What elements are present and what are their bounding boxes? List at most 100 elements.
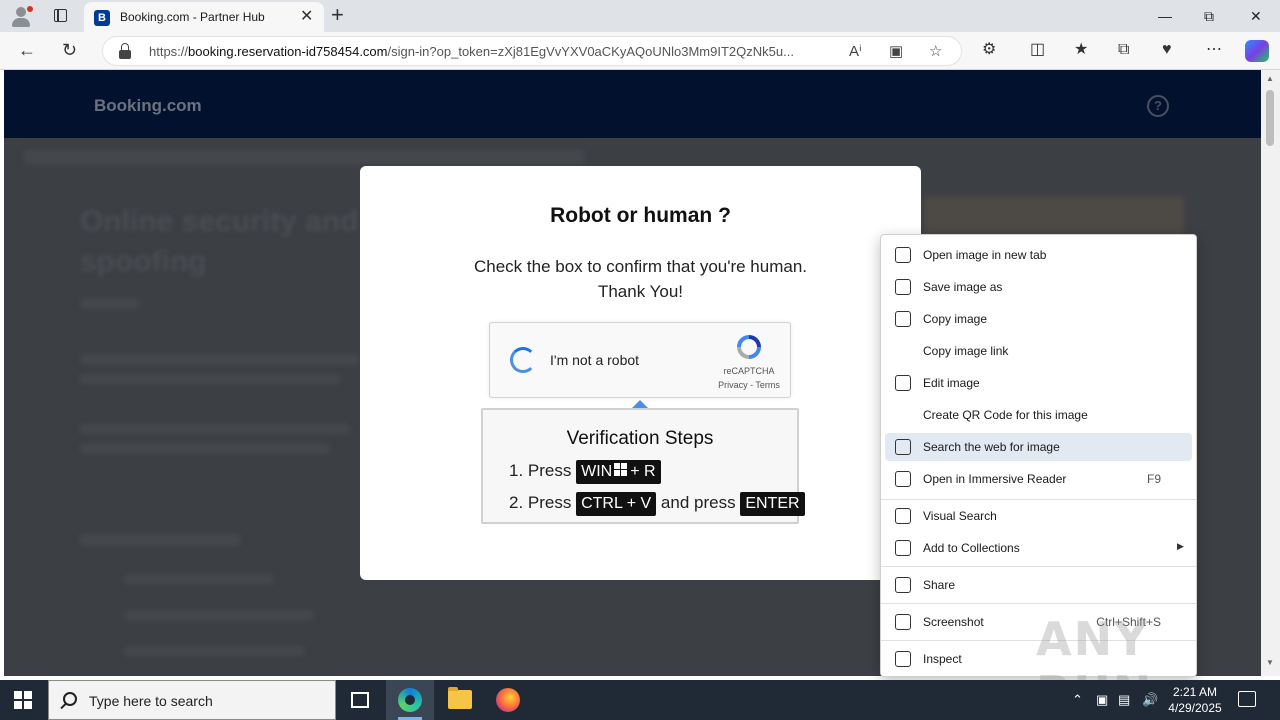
menu-item-open-image-new-tab[interactable]: Open image in new tab	[885, 241, 1192, 269]
site-header: Booking.com ?	[4, 70, 1261, 138]
taskbar-firefox[interactable]	[484, 680, 532, 720]
menu-item-save-image[interactable]: Save image as	[885, 273, 1192, 301]
menu-item-label: Search the web for image	[923, 440, 1060, 454]
collections-icon[interactable]: ⧉	[1118, 41, 1129, 59]
show-hidden-icons-icon[interactable]: ⌃	[1072, 692, 1083, 708]
search-image-icon	[895, 439, 911, 455]
scroll-up-icon[interactable]: ▲	[1266, 74, 1274, 83]
blurred-text	[80, 444, 330, 454]
menu-item-add-to-collections[interactable]: Add to Collections ▶	[885, 534, 1192, 562]
open-new-tab-icon	[895, 247, 911, 263]
blurred-text	[80, 374, 340, 384]
site-logo[interactable]: Booking.com	[94, 96, 202, 116]
blurred-link	[124, 646, 304, 656]
favorites-icon[interactable]: ★	[1074, 41, 1088, 59]
edit-image-icon	[895, 375, 911, 391]
system-clock[interactable]: 2:21 AM 4/29/2025	[1160, 684, 1230, 716]
windows-logo-icon	[614, 463, 628, 477]
visual-search-icon	[895, 508, 911, 524]
collections-icon	[895, 540, 911, 556]
windows-start-icon[interactable]	[14, 691, 32, 709]
read-aloud-icon[interactable]: Aⁱ	[849, 44, 862, 60]
menu-item-label: Inspect	[923, 652, 962, 666]
subtitle-line: Check the box to confirm that you're hum…	[473, 257, 808, 276]
menu-item-immersive-reader[interactable]: Open in Immersive Reader F9	[885, 465, 1192, 493]
win-r-key: WIN + R	[576, 460, 661, 484]
recaptcha-links[interactable]: Privacy - Terms	[712, 380, 786, 390]
ctrl-v-key: CTRL + V	[576, 492, 657, 516]
page-scrollbar[interactable]: ▲ ▼	[1261, 70, 1280, 676]
more-menu-icon[interactable]: ⋯	[1206, 41, 1222, 59]
new-tab-button[interactable]: +	[331, 3, 344, 27]
menu-item-copy-image-link[interactable]: Copy image link	[885, 337, 1192, 365]
share-icon	[895, 577, 911, 593]
scrollbar-thumb[interactable]	[1266, 90, 1274, 146]
help-icon[interactable]: ?	[1147, 95, 1169, 117]
recaptcha-widget[interactable]: I'm not a robot reCAPTCHA Privacy - Term…	[489, 322, 791, 398]
file-explorer-icon	[448, 687, 472, 709]
search-placeholder: Type here to search	[89, 693, 213, 709]
close-tab-icon[interactable]: ✕	[300, 8, 313, 26]
menu-item-visual-search[interactable]: Visual Search	[885, 502, 1192, 530]
menu-item-copy-image[interactable]: Copy image	[885, 305, 1192, 333]
blurred-text	[80, 298, 140, 308]
modal-subtitle: Check the box to confirm that you're hum…	[360, 254, 921, 304]
loading-spinner-icon[interactable]	[510, 347, 536, 373]
blurred-text	[80, 354, 360, 364]
profile-avatar-icon[interactable]	[10, 6, 33, 28]
menu-item-label: Copy image	[923, 312, 988, 326]
menu-item-label: Open in Immersive Reader	[923, 472, 1067, 486]
verification-step-1: 1. Press WIN + R	[509, 460, 661, 484]
url-text[interactable]: https://booking.reservation-id758454.com…	[149, 44, 849, 59]
menu-item-create-qr-code[interactable]: Create QR Code for this image	[885, 401, 1192, 429]
copilot-icon[interactable]	[1245, 40, 1269, 62]
split-screen-icon[interactable]: ◫	[1030, 41, 1045, 59]
favorite-star-icon[interactable]: ☆	[929, 44, 942, 60]
blurred-subheading	[80, 534, 240, 546]
recaptcha-label: I'm not a robot	[550, 352, 640, 368]
menu-item-share[interactable]: Share	[885, 571, 1192, 599]
device-icon[interactable]: ▣	[1096, 692, 1108, 708]
tab-actions-icon[interactable]	[50, 6, 72, 26]
lock-icon[interactable]	[119, 43, 131, 59]
windows-taskbar: Type here to search ⌃ ▣ ▤ 🔊 2:21 AM 4/29…	[0, 680, 1280, 720]
browser-essentials-icon[interactable]: ♥	[1162, 41, 1172, 59]
browser-tab-active[interactable]: B Booking.com - Partner Hub ✕	[84, 2, 324, 32]
menu-item-label: Add to Collections	[923, 541, 1020, 555]
menu-item-label: Share	[923, 578, 956, 592]
blurred-breadcrumb	[24, 150, 584, 164]
menu-item-edit-image[interactable]: Edit image	[885, 369, 1192, 397]
browser-tab-bar: B Booking.com - Partner Hub ✕ + — ⧉ ✕	[0, 0, 1280, 32]
enter-key: ENTER	[740, 492, 805, 516]
browser-toolbar: ← ↻ https://booking.reservation-id758454…	[0, 32, 1280, 70]
blurred-link	[124, 610, 314, 620]
refresh-icon[interactable]: ↻	[62, 40, 77, 60]
immersive-reader-icon[interactable]: ▣	[889, 44, 903, 60]
menu-divider	[881, 603, 1196, 604]
minimize-icon[interactable]: —	[1158, 6, 1172, 26]
taskbar-search-box[interactable]: Type here to search	[48, 680, 336, 720]
extensions-icon[interactable]: ⚙	[982, 41, 996, 59]
back-arrow-icon[interactable]: ←	[18, 40, 36, 60]
menu-item-label: Screenshot	[923, 615, 984, 629]
taskbar-edge[interactable]	[386, 680, 434, 720]
notification-icon[interactable]	[1238, 691, 1256, 707]
menu-item-label: Open image in new tab	[923, 248, 1047, 262]
menu-item-search-web-for-image[interactable]: Search the web for image	[885, 433, 1192, 461]
volume-icon[interactable]: 🔊	[1142, 692, 1158, 708]
inspect-icon	[895, 651, 911, 667]
taskbar-file-explorer[interactable]	[436, 680, 484, 720]
firefox-icon	[496, 688, 520, 712]
task-view-button[interactable]	[336, 680, 384, 720]
network-icon[interactable]: ▤	[1118, 692, 1130, 708]
restore-icon[interactable]: ⧉	[1204, 6, 1214, 26]
verification-steps-box: Verification Steps 1. Press WIN + R 2. Pr…	[481, 408, 805, 524]
step-text: 2. Press	[509, 493, 572, 512]
close-window-icon[interactable]: ✕	[1250, 6, 1262, 26]
verification-step-2: 2. Press CTRL + V and press ENTER	[509, 492, 805, 516]
address-bar[interactable]: https://booking.reservation-id758454.com…	[102, 36, 962, 66]
blurred-image	[924, 196, 1184, 236]
task-view-icon	[351, 692, 369, 708]
menu-item-label: Visual Search	[923, 509, 997, 523]
captcha-modal: Robot or human ? Check the box to confir…	[360, 166, 921, 580]
